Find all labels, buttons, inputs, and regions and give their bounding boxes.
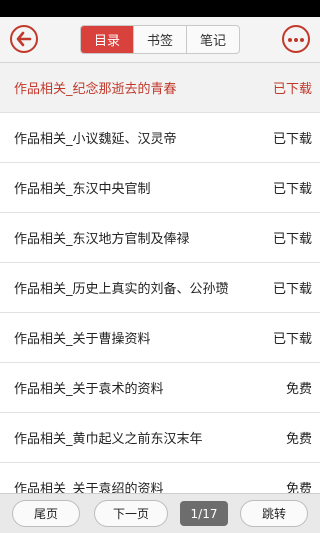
chapter-status: 已下载 <box>272 182 312 197</box>
chapter-status: 已下载 <box>272 282 312 297</box>
tab-bar: 目录 书签 笔记 <box>80 25 240 54</box>
header: 目录 书签 笔记 <box>0 17 320 63</box>
chapter-row[interactable]: 作品相关_关于袁绍的资料 免费 <box>0 463 320 493</box>
chapter-row[interactable]: 作品相关_黄巾起义之前东汉末年 免费 <box>0 413 320 463</box>
chapter-title: 作品相关_历史上真实的刘备、公孙瓒 <box>14 282 229 297</box>
chapter-title: 作品相关_东汉地方官制及俸禄 <box>14 232 190 247</box>
pagination-bar: 尾页 下一页 1/17 跳转 <box>0 493 320 533</box>
chapter-row[interactable]: 作品相关_小议魏延、汉灵帝 已下载 <box>0 113 320 163</box>
chapter-status: 免费 <box>285 382 312 397</box>
chapter-status: 已下载 <box>272 132 312 147</box>
chapter-row[interactable]: 作品相关_关于袁术的资料 免费 <box>0 363 320 413</box>
last-page-button[interactable]: 尾页 <box>12 500 80 527</box>
chapter-title: 作品相关_黄巾起义之前东汉末年 <box>14 432 203 447</box>
chapter-status: 免费 <box>285 482 312 493</box>
more-button[interactable] <box>282 25 310 53</box>
next-page-button[interactable]: 下一页 <box>94 500 168 527</box>
chapter-status: 已下载 <box>272 232 312 247</box>
chapter-title: 作品相关_纪念那逝去的青春 <box>14 82 177 97</box>
back-arrow-icon <box>16 31 32 47</box>
tab-bookmarks[interactable]: 书签 <box>134 26 187 53</box>
jump-button[interactable]: 跳转 <box>240 500 308 527</box>
status-bar <box>0 0 320 17</box>
chapter-title: 作品相关_关于曹操资料 <box>14 332 151 347</box>
page-indicator: 1/17 <box>180 501 228 526</box>
chapter-list: 作品相关_纪念那逝去的青春 已下载 作品相关_小议魏延、汉灵帝 已下载 作品相关… <box>0 63 320 493</box>
tab-contents[interactable]: 目录 <box>81 26 134 53</box>
chapter-row[interactable]: 作品相关_东汉中央官制 已下载 <box>0 163 320 213</box>
chapter-row[interactable]: 作品相关_历史上真实的刘备、公孙瓒 已下载 <box>0 263 320 313</box>
chapter-status: 已下载 <box>272 332 312 347</box>
chapter-status: 免费 <box>285 432 312 447</box>
chapter-row-current[interactable]: 作品相关_纪念那逝去的青春 已下载 <box>0 63 320 113</box>
chapter-title: 作品相关_小议魏延、汉灵帝 <box>14 132 177 147</box>
chapter-title: 作品相关_关于袁术的资料 <box>14 382 164 397</box>
chapter-status: 已下载 <box>272 82 312 97</box>
tab-notes[interactable]: 笔记 <box>187 26 239 53</box>
chapter-row[interactable]: 作品相关_东汉地方官制及俸禄 已下载 <box>0 213 320 263</box>
chapter-row[interactable]: 作品相关_关于曹操资料 已下载 <box>0 313 320 363</box>
back-button[interactable] <box>10 25 38 53</box>
chapter-title: 作品相关_关于袁绍的资料 <box>14 482 164 493</box>
chapter-title: 作品相关_东汉中央官制 <box>14 182 151 197</box>
